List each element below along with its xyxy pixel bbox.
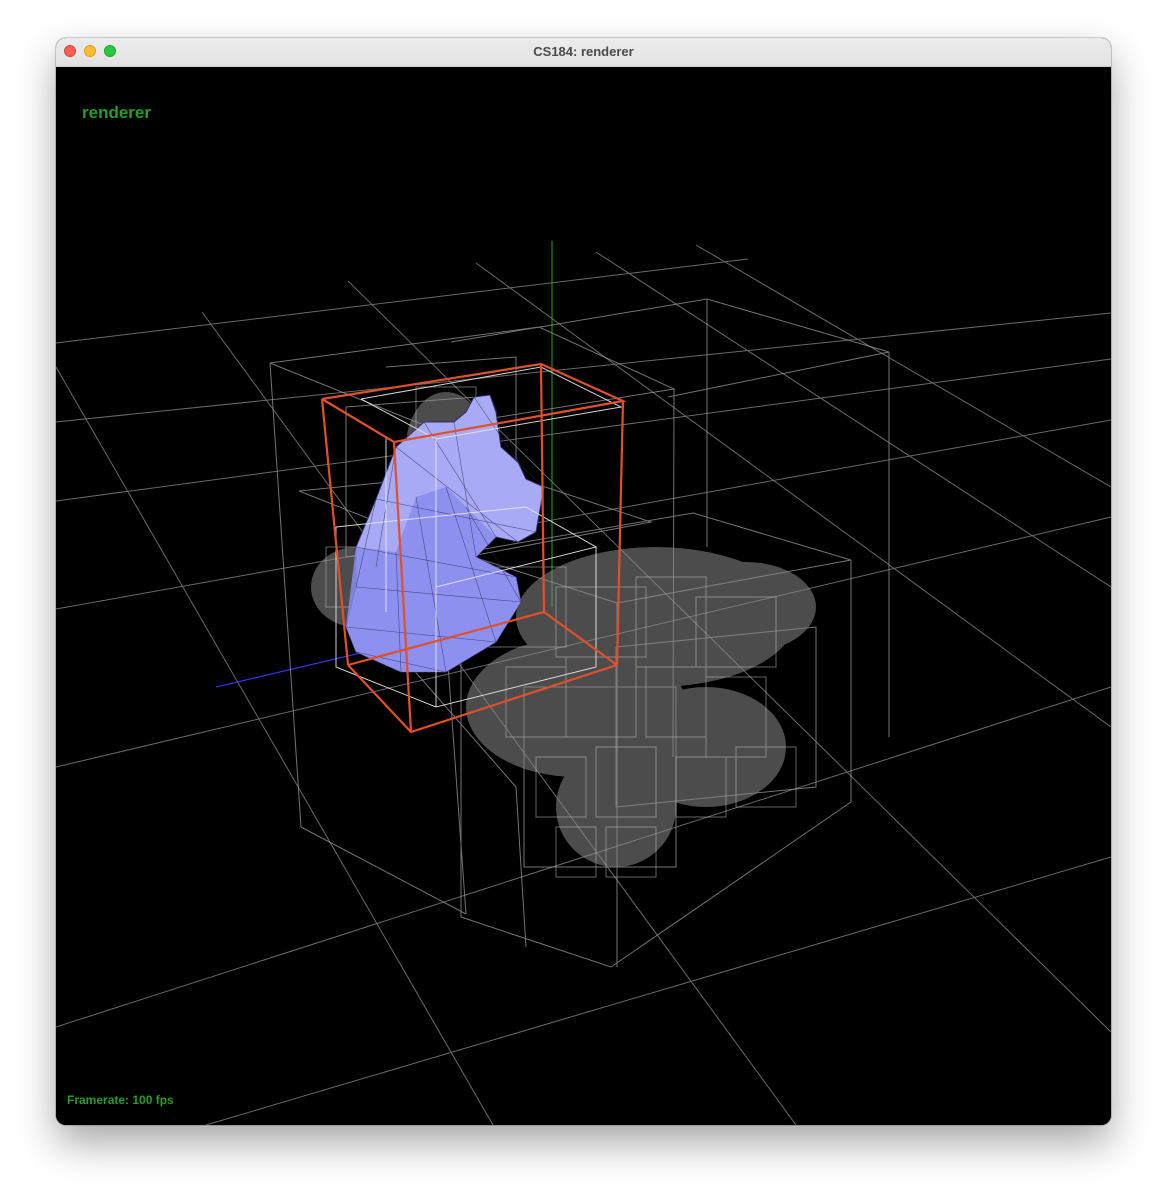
framerate-readout: Framerate: 100 fps (67, 1093, 174, 1107)
renderer-label: renderer (82, 103, 151, 122)
title-bar[interactable]: CS184: renderer (56, 38, 1111, 67)
scene-canvas[interactable] (56, 67, 1111, 1125)
render-viewport[interactable]: renderer Framerate: 100 fps (56, 67, 1111, 1125)
app-window: CS184: renderer renderer Framerate: 100 … (56, 38, 1111, 1125)
selected-mesh (345, 394, 545, 673)
window-title: CS184: renderer (533, 44, 634, 59)
